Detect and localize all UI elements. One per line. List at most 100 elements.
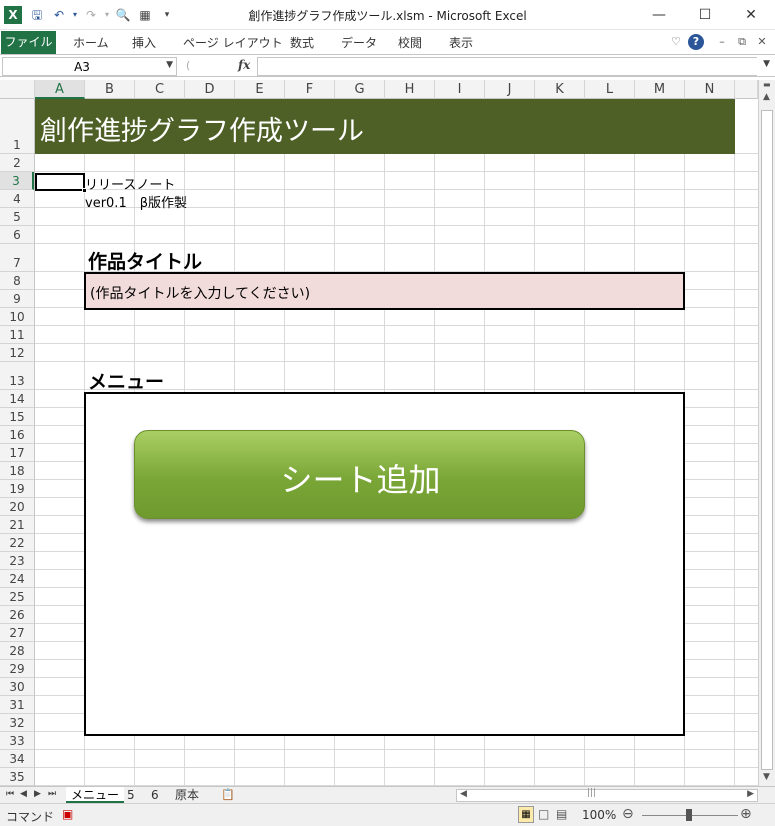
row-header-31[interactable]: 31 [0, 696, 34, 714]
column-header-c[interactable]: C [135, 80, 185, 99]
tab-file[interactable]: ファイル [1, 31, 56, 54]
zoom-out-icon[interactable]: ⊖ [622, 806, 634, 822]
zoom-in-icon[interactable]: ⊕ [740, 806, 752, 822]
row-header-8[interactable]: 8 [0, 272, 34, 290]
tab-data[interactable]: データ [341, 34, 377, 51]
row-header-20[interactable]: 20 [0, 498, 34, 516]
work-title-input[interactable]: (作品タイトルを入力してください) [84, 272, 685, 310]
horizontal-scroll-thumb[interactable]: ||| [587, 788, 596, 798]
row-header-9[interactable]: 9 [0, 290, 34, 308]
column-header-h[interactable]: H [385, 80, 435, 99]
vertical-scrollbar[interactable]: ▬ ▲ ▼ [758, 80, 775, 786]
page-layout-view-icon[interactable]: □ [538, 807, 549, 821]
row-header-4[interactable]: 4 [0, 190, 34, 208]
row-header-12[interactable]: 12 [0, 344, 34, 362]
insert-sheet-icon[interactable]: 📋 [216, 787, 240, 803]
scroll-left-icon[interactable]: ◀ [460, 789, 467, 799]
help-icon[interactable]: ? [688, 34, 704, 50]
scroll-right-icon[interactable]: ▶ [747, 789, 754, 799]
column-header-g[interactable]: G [335, 80, 385, 99]
column-header-d[interactable]: D [185, 80, 235, 99]
row-header-19[interactable]: 19 [0, 480, 34, 498]
prev-sheet-icon[interactable]: ◀ [20, 789, 27, 799]
column-header-i[interactable]: I [435, 80, 485, 99]
column-header-o-partial[interactable] [735, 80, 758, 99]
tab-page-layout[interactable]: ページ レイアウト [183, 34, 283, 51]
row-header-29[interactable]: 29 [0, 660, 34, 678]
column-header-l[interactable]: L [585, 80, 635, 99]
name-box-dropdown-icon[interactable]: ▼ [166, 60, 173, 70]
row-header-24[interactable]: 24 [0, 570, 34, 588]
macro-record-icon[interactable]: ▣ [62, 807, 73, 821]
tab-view[interactable]: 表示 [449, 34, 473, 51]
column-header-e[interactable]: E [235, 80, 285, 99]
sheet-tab-menu[interactable]: メニュー [66, 787, 125, 803]
row-header-34[interactable]: 34 [0, 750, 34, 768]
workbook-close-icon[interactable]: ✕ [754, 34, 770, 50]
tab-home[interactable]: ホーム [73, 34, 109, 51]
row-header-28[interactable]: 28 [0, 642, 34, 660]
row-header-30[interactable]: 30 [0, 678, 34, 696]
column-header-f[interactable]: F [285, 80, 335, 99]
column-header-a[interactable]: A [35, 80, 85, 99]
column-header-k[interactable]: K [535, 80, 585, 99]
sheet-tab-original[interactable]: 原本 [170, 787, 204, 803]
scroll-down-icon[interactable]: ▼ [763, 772, 770, 782]
first-sheet-icon[interactable]: ⏮ [6, 789, 14, 799]
row-header-25[interactable]: 25 [0, 588, 34, 606]
row-header-1[interactable]: 1 [0, 99, 34, 154]
row-header-3[interactable]: 3 [0, 172, 34, 190]
split-box-icon[interactable]: ▬ [763, 80, 771, 89]
column-header-n[interactable]: N [685, 80, 735, 99]
tab-insert[interactable]: 挿入 [132, 34, 156, 51]
column-header-m[interactable]: M [635, 80, 685, 99]
row-header-16[interactable]: 16 [0, 426, 34, 444]
expand-formula-bar-icon[interactable]: ▼ [763, 59, 770, 69]
row-header-2[interactable]: 2 [0, 154, 34, 172]
insert-function-icon[interactable]: fx [238, 58, 250, 72]
row-header-35[interactable]: 35 [0, 768, 34, 786]
column-header-j[interactable]: J [485, 80, 535, 99]
zoom-level[interactable]: 100% [582, 808, 616, 822]
add-sheet-button[interactable]: シート追加 [134, 430, 585, 519]
name-box[interactable]: A3 ▼ [2, 57, 177, 76]
row-header-11[interactable]: 11 [0, 326, 34, 344]
next-sheet-icon[interactable]: ▶ [34, 789, 41, 799]
workbook-restore-icon[interactable]: ⧉ [734, 34, 750, 50]
sheet-tab-6[interactable]: 6 [146, 787, 164, 803]
row-header-21[interactable]: 21 [0, 516, 34, 534]
close-button[interactable]: ✕ [734, 4, 768, 26]
row-header-10[interactable]: 10 [0, 308, 34, 326]
vertical-scroll-thumb[interactable] [761, 110, 773, 770]
minimize-button[interactable]: — [642, 4, 676, 26]
column-header-b[interactable]: B [85, 80, 135, 99]
select-all-corner[interactable] [0, 80, 35, 99]
row-header-33[interactable]: 33 [0, 732, 34, 750]
last-sheet-icon[interactable]: ⏭ [48, 789, 56, 799]
normal-view-icon[interactable]: ▦ [518, 806, 534, 823]
tab-review[interactable]: 校閲 [398, 34, 422, 51]
row-header-27[interactable]: 27 [0, 624, 34, 642]
row-header-23[interactable]: 23 [0, 552, 34, 570]
scroll-up-icon[interactable]: ▲ [763, 92, 770, 102]
tab-formulas[interactable]: 数式 [290, 34, 314, 51]
page-break-view-icon[interactable]: ▤ [556, 807, 567, 821]
row-header-15[interactable]: 15 [0, 408, 34, 426]
row-header-32[interactable]: 32 [0, 714, 34, 732]
horizontal-scrollbar[interactable]: ◀ ||| ▶ [456, 788, 758, 802]
row-header-17[interactable]: 17 [0, 444, 34, 462]
row-header-5[interactable]: 5 [0, 208, 34, 226]
maximize-button[interactable]: ☐ [688, 4, 722, 26]
row-header-18[interactable]: 18 [0, 462, 34, 480]
row-header-26[interactable]: 26 [0, 606, 34, 624]
row-header-13[interactable]: 13 [0, 362, 34, 390]
row-header-7[interactable]: 7 [0, 244, 34, 272]
workbook-minimize-icon[interactable]: – [714, 34, 730, 50]
formula-input[interactable] [257, 57, 757, 76]
ribbon-collapse-icon[interactable]: ♡ [668, 34, 684, 50]
row-header-6[interactable]: 6 [0, 226, 34, 244]
active-cell-a3[interactable] [35, 173, 85, 191]
row-header-22[interactable]: 22 [0, 534, 34, 552]
row-header-14[interactable]: 14 [0, 390, 34, 408]
sheet-tab-5[interactable]: 5 [122, 787, 140, 803]
